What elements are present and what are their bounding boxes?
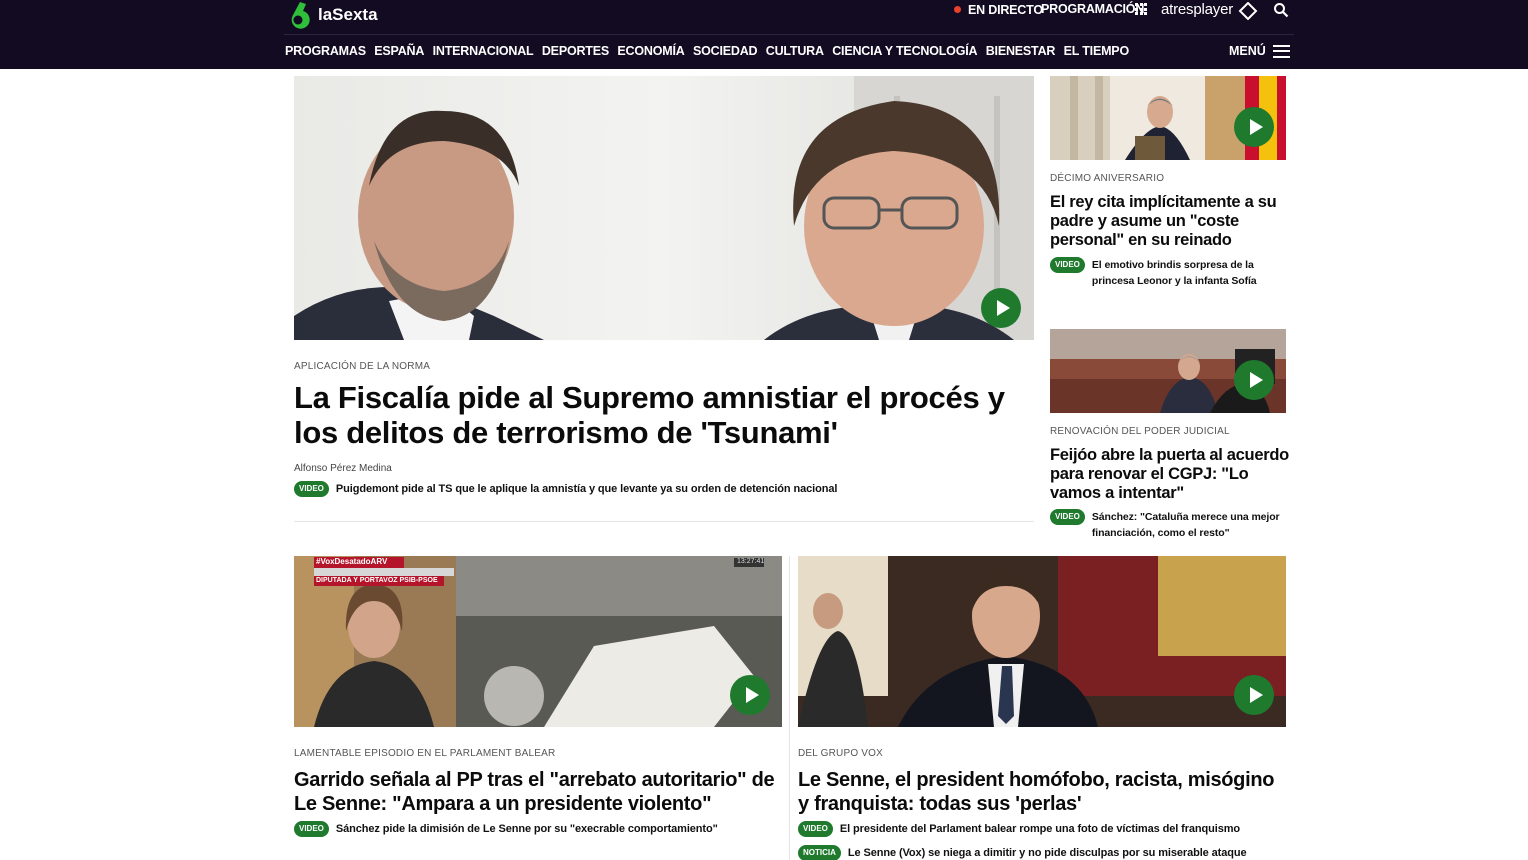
side-story-1-headline[interactable]: El rey cita implícitamente a su padre y … [1050, 193, 1290, 250]
video-badge: VIDEO [294, 821, 329, 837]
video-badge: VIDEO [294, 481, 329, 497]
video-badge: VIDEO [798, 821, 833, 837]
video-badge: VIDEO [1050, 257, 1085, 273]
related-link-text: El presidente del Parlament balear rompe… [839, 823, 1241, 835]
overlay-caption: DIPUTADA Y PORTAVOZ PSIB-PSOE [316, 577, 438, 584]
bottom-story-2-image[interactable] [798, 556, 1286, 727]
bottom-story-1-kicker: LAMENTABLE EPISODIO EN EL PARLAMENT BALE… [294, 748, 556, 759]
nav-item-espana[interactable]: ESPAÑA [374, 44, 424, 58]
live-dot-icon [954, 6, 961, 13]
nav-item-deportes[interactable]: DEPORTES [542, 44, 609, 58]
bottom-story-2-kicker: DEL GRUPO VOX [798, 748, 884, 759]
search-icon[interactable] [1273, 2, 1289, 23]
live-link[interactable]: EN DIRECTO [968, 3, 1043, 17]
atresplayer-icon [1238, 1, 1258, 25]
main-story-related[interactable]: VIDEO Puigdemont pide al TS que le apliq… [294, 481, 1034, 497]
play-icon[interactable] [1234, 675, 1274, 715]
menu-label: MENÚ [1229, 44, 1266, 58]
column-divider [789, 556, 790, 860]
atresplayer-link[interactable]: atresplayer [1161, 1, 1233, 18]
play-icon[interactable] [1234, 107, 1274, 147]
side-story-2-headline[interactable]: Feijóo abre la puerta al acuerdo para re… [1050, 446, 1290, 503]
play-icon[interactable] [981, 288, 1021, 328]
related-link-text: Sánchez pide la dimisión de Le Senne por… [335, 823, 718, 835]
nav-item-economia[interactable]: ECONOMÍA [617, 44, 684, 58]
nav-item-bienestar[interactable]: BIENESTAR [986, 44, 1056, 58]
nav-item-tiempo[interactable]: EL TIEMPO [1064, 44, 1130, 58]
side-story-1-image[interactable] [1050, 76, 1286, 160]
nav-item-sociedad[interactable]: SOCIEDAD [693, 44, 758, 58]
side-story-2-related[interactable]: VIDEO Sánchez: "Cataluña merece una mejo… [1050, 509, 1290, 541]
main-nav: PROGRAMAS ESPAÑA INTERNACIONAL DEPORTES … [285, 44, 1137, 58]
bottom-story-1-image[interactable]: #VoxDesatadoARV DIPUTADA Y PORTAVOZ PSIB… [294, 556, 782, 727]
nav-item-ciencia[interactable]: CIENCIA Y TECNOLOGÍA [832, 44, 977, 58]
programming-link[interactable]: PROGRAMACIÓN [1041, 2, 1144, 16]
side-story-1-kicker: DÉCIMO ANIVERSARIO [1050, 173, 1165, 184]
nav-item-programas[interactable]: PROGRAMAS [285, 44, 366, 58]
side-story-1-related[interactable]: VIDEO El emotivo brindis sorpresa de la … [1050, 257, 1290, 289]
overlay-hashtag: #VoxDesatadoARV [316, 557, 388, 566]
bottom-story-2-headline[interactable]: Le Senne, el president homófobo, racista… [798, 768, 1290, 816]
bottom-story-1-related[interactable]: VIDEO Sánchez pide la dimisión de Le Sen… [294, 821, 786, 837]
related-link-text: Le Senne (Vox) se niega a dimitir y no p… [847, 847, 1247, 859]
overlay-time: 13:27:41 [737, 558, 765, 565]
menu-button[interactable]: MENÚ [1229, 44, 1290, 58]
main-story-headline[interactable]: La Fiscalía pide al Supremo amnistiar el… [294, 380, 1034, 450]
play-icon[interactable] [730, 675, 770, 715]
play-icon[interactable] [1234, 360, 1274, 400]
bottom-story-2-related-2[interactable]: NOTICIA Le Senne (Vox) se niega a dimiti… [798, 845, 1290, 860]
site-header: laSexta EN DIRECTO PROGRAMACIÓN atrespla… [0, 0, 1528, 69]
apps-grid-icon[interactable] [1135, 3, 1147, 15]
related-link-text: Sánchez: "Cataluña merece una mejor fina… [1091, 511, 1280, 539]
video-badge: VIDEO [1050, 509, 1085, 525]
related-link-text: El emotivo brindis sorpresa de la prince… [1091, 259, 1257, 287]
noticia-badge: NOTICIA [798, 845, 841, 860]
side-story-2-image[interactable] [1050, 329, 1286, 413]
lasexta-logo-icon [284, 1, 312, 29]
brand-name: laSexta [318, 5, 378, 24]
lasexta-logo[interactable]: laSexta [284, 0, 378, 30]
main-story-author[interactable]: Alfonso Pérez Medina [294, 463, 392, 474]
bottom-story-2-related-1[interactable]: VIDEO El presidente del Parlament balear… [798, 821, 1290, 837]
bottom-story-1-headline[interactable]: Garrido señala al PP tras el "arrebato a… [294, 768, 786, 816]
hamburger-icon [1272, 44, 1290, 58]
main-story-image[interactable] [294, 76, 1034, 340]
main-story-divider [294, 521, 1034, 522]
side-story-2-kicker: RENOVACIÓN DEL PODER JUDICIAL [1050, 426, 1230, 437]
nav-item-internacional[interactable]: INTERNACIONAL [433, 44, 534, 58]
header-divider [284, 34, 1294, 35]
main-story-kicker: APLICACIÓN DE LA NORMA [294, 361, 431, 372]
nav-item-cultura[interactable]: CULTURA [766, 44, 824, 58]
related-link-text: Puigdemont pide al TS que le aplique la … [335, 483, 838, 495]
